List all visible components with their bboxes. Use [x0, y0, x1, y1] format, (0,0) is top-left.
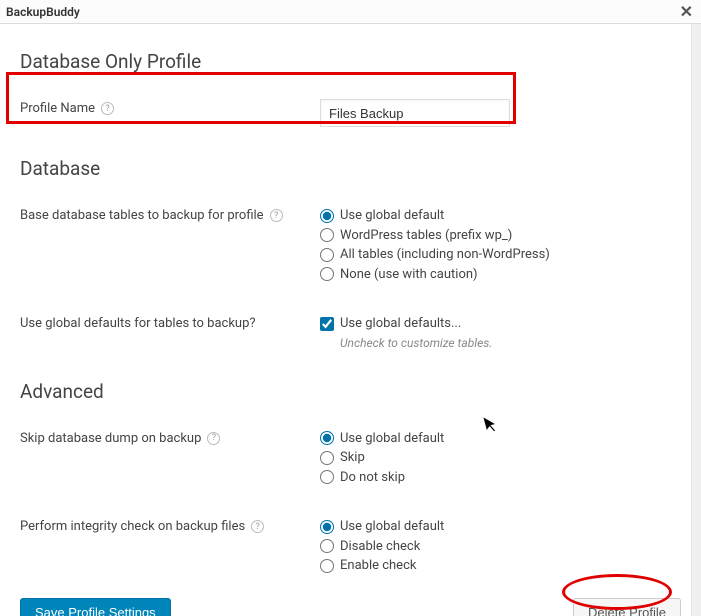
radio-input[interactable] [320, 520, 334, 534]
radio-input[interactable] [320, 451, 334, 465]
label-profile-name-text: Profile Name [20, 101, 95, 116]
radio-base-all[interactable]: All tables (including non-WordPress) [320, 245, 681, 265]
control-base-tables: Use global default WordPress tables (pre… [320, 206, 681, 284]
label-base-tables-text: Base database tables to backup for profi… [20, 208, 264, 223]
save-button[interactable]: Save Profile Settings [20, 598, 171, 616]
hint-global-defaults: Uncheck to customize tables. [340, 336, 681, 350]
modal-content: Database Only Profile Profile Name ? Dat… [0, 24, 701, 616]
row-integrity: Perform integrity check on backup files … [20, 517, 681, 576]
titlebar: BackupBuddy ✕ [0, 0, 701, 24]
row-profile-name: Profile Name ? [20, 99, 681, 127]
row-global-defaults: Use global defaults for tables to backup… [20, 314, 681, 350]
profile-name-input[interactable] [320, 99, 510, 127]
help-icon[interactable]: ? [251, 520, 264, 533]
radio-label: Use global default [340, 206, 444, 226]
checkbox-global-defaults[interactable]: Use global defaults... [320, 314, 681, 334]
control-profile-name [320, 99, 681, 127]
radio-input[interactable] [320, 470, 334, 484]
radio-integrity-global[interactable]: Use global default [320, 517, 681, 537]
control-integrity: Use global default Disable check Enable … [320, 517, 681, 576]
delete-button[interactable]: Delete Profile [573, 598, 681, 616]
footer: Save Profile Settings Delete Profile [20, 598, 681, 616]
radio-input[interactable] [320, 209, 334, 223]
label-skip-dump-text: Skip database dump on backup [20, 431, 201, 446]
section-heading-profile: Database Only Profile [20, 50, 681, 73]
control-global-defaults: Use global defaults... Uncheck to custom… [320, 314, 681, 350]
radio-label: Skip [340, 448, 365, 468]
help-icon[interactable]: ? [270, 209, 283, 222]
radio-skip-global[interactable]: Use global default [320, 429, 681, 449]
radio-input[interactable] [320, 539, 334, 553]
row-skip-dump: Skip database dump on backup ? Use globa… [20, 429, 681, 488]
radio-label: Disable check [340, 537, 420, 557]
checkbox-label: Use global defaults... [340, 314, 461, 334]
label-integrity: Perform integrity check on backup files … [20, 517, 320, 534]
radio-input[interactable] [320, 431, 334, 445]
label-global-defaults: Use global defaults for tables to backup… [20, 314, 320, 331]
section-heading-advanced: Advanced [20, 380, 681, 403]
control-skip-dump: Use global default Skip Do not skip [320, 429, 681, 488]
radio-input[interactable] [320, 248, 334, 262]
label-profile-name: Profile Name ? [20, 99, 320, 116]
radio-label: None (use with caution) [340, 265, 478, 285]
radio-base-wp[interactable]: WordPress tables (prefix wp_) [320, 226, 681, 246]
scrollbar[interactable] [691, 24, 701, 616]
help-icon[interactable]: ? [101, 102, 114, 115]
label-integrity-text: Perform integrity check on backup files [20, 519, 245, 534]
label-skip-dump: Skip database dump on backup ? [20, 429, 320, 446]
radio-base-none[interactable]: None (use with caution) [320, 265, 681, 285]
label-base-tables: Base database tables to backup for profi… [20, 206, 320, 223]
radio-skip-yes[interactable]: Skip [320, 448, 681, 468]
radio-label: Enable check [340, 556, 416, 576]
checkbox-input[interactable] [320, 317, 334, 331]
radio-label: WordPress tables (prefix wp_) [340, 226, 512, 246]
radio-integrity-enable[interactable]: Enable check [320, 556, 681, 576]
close-icon[interactable]: ✕ [680, 4, 693, 20]
radio-base-global[interactable]: Use global default [320, 206, 681, 226]
modal-dialog: BackupBuddy ✕ Database Only Profile Prof… [0, 0, 701, 616]
radio-label: All tables (including non-WordPress) [340, 245, 550, 265]
row-base-tables: Base database tables to backup for profi… [20, 206, 681, 284]
radio-label: Use global default [340, 429, 444, 449]
modal-title: BackupBuddy [6, 5, 80, 19]
radio-label: Use global default [340, 517, 444, 537]
radio-input[interactable] [320, 228, 334, 242]
label-global-defaults-text: Use global defaults for tables to backup… [20, 316, 256, 331]
radio-label: Do not skip [340, 468, 405, 488]
radio-input[interactable] [320, 559, 334, 573]
radio-input[interactable] [320, 267, 334, 281]
radio-skip-no[interactable]: Do not skip [320, 468, 681, 488]
radio-integrity-disable[interactable]: Disable check [320, 537, 681, 557]
help-icon[interactable]: ? [207, 432, 220, 445]
section-heading-database: Database [20, 157, 681, 180]
